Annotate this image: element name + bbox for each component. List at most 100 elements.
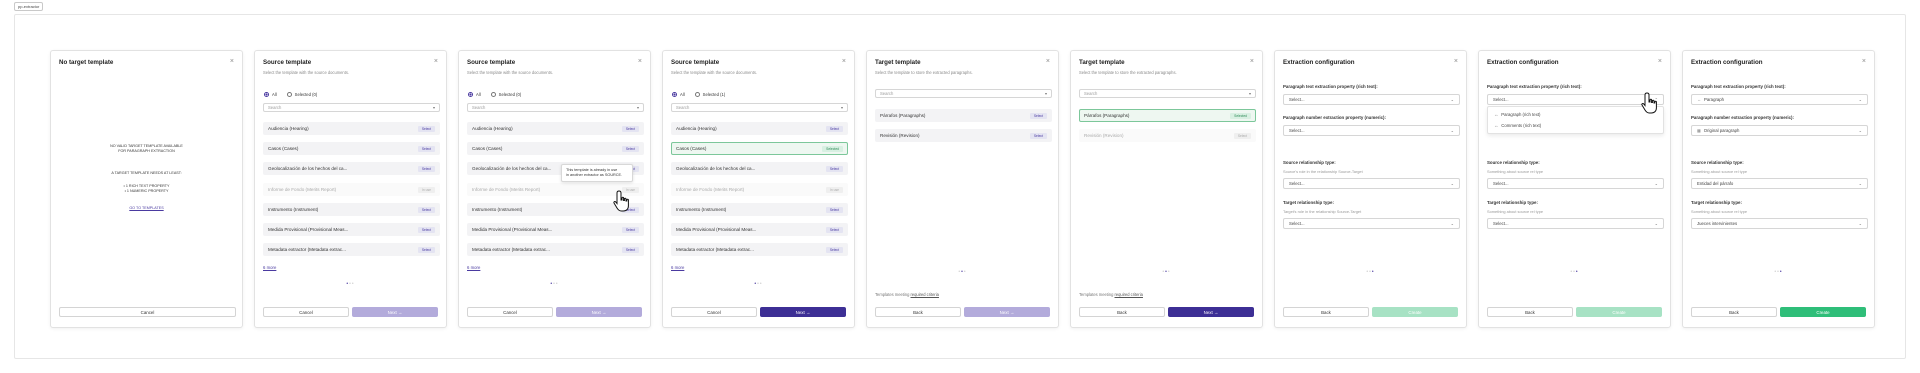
close-icon[interactable]: × — [230, 58, 234, 65]
next-button[interactable]: Next → — [556, 307, 642, 317]
select-button[interactable]: Select — [621, 247, 639, 253]
step-indicator: ••• — [1774, 269, 1783, 275]
back-button[interactable]: Back — [1283, 307, 1369, 317]
next-button[interactable]: Next → — [1168, 307, 1254, 317]
select-button[interactable]: Select — [1029, 133, 1047, 139]
close-icon[interactable]: × — [1250, 58, 1254, 65]
select-button[interactable]: Select — [621, 146, 639, 152]
dropdown-option[interactable]: ↔ Comments (rich text) — [1494, 123, 1541, 128]
show-more-link[interactable]: 6 more — [671, 265, 684, 270]
close-icon[interactable]: × — [842, 58, 846, 65]
select-button[interactable]: Select — [417, 227, 435, 233]
source-relationship-select[interactable]: Select... ⌄ — [1487, 178, 1664, 189]
close-icon[interactable]: × — [1658, 58, 1662, 65]
close-icon[interactable]: × — [1862, 58, 1866, 65]
list-item[interactable]: Instrumento (Instrument) Select — [263, 203, 440, 216]
close-icon[interactable]: × — [434, 58, 438, 65]
back-button[interactable]: Back — [1079, 307, 1165, 317]
select-button[interactable]: Select — [417, 146, 435, 152]
select-button[interactable]: Select — [417, 247, 435, 253]
radio-all[interactable]: All — [264, 92, 277, 97]
cancel-button[interactable]: Cancel — [59, 307, 236, 317]
back-button[interactable]: Back — [875, 307, 961, 317]
list-item[interactable]: Revisión (Revision) Select — [875, 129, 1052, 142]
select-button[interactable]: Select — [1233, 133, 1251, 139]
radio-all[interactable]: All — [468, 92, 481, 97]
list-item-selected[interactable]: Párrafos (Paragraphs) Selected — [1079, 109, 1256, 122]
go-to-templates-link[interactable]: GO TO TEMPLATES — [129, 206, 163, 210]
radio-selected[interactable]: Selected (0) — [286, 92, 317, 97]
select-button[interactable]: Select — [825, 207, 843, 213]
target-relationship-select[interactable]: Select... ⌄ — [1283, 218, 1460, 229]
list-item[interactable]: Instrumento (Instrument) Select — [671, 203, 848, 216]
list-item[interactable]: Audiencia (Hearing) Select — [671, 122, 848, 135]
target-relationship-select[interactable]: Jueces intervinientes ⌄ — [1691, 218, 1868, 229]
search-input[interactable]: Search ▾ — [1079, 89, 1256, 98]
cancel-button[interactable]: Cancel — [467, 307, 553, 317]
show-more-link[interactable]: 6 more — [467, 265, 480, 270]
field-label: Paragraph number extraction property (nu… — [1283, 115, 1386, 120]
required-criteria-link[interactable]: required criteria — [1115, 292, 1143, 297]
list-item[interactable]: Medida Provisional (Provisional Meas... S… — [263, 223, 440, 236]
list-item[interactable]: Audiencia (Hearing) Select — [467, 122, 644, 135]
list-item[interactable]: Audiencia (Hearing) Select — [263, 122, 440, 135]
select-button[interactable]: Select — [825, 166, 843, 172]
list-item[interactable]: Revisión (Revision) Select — [1079, 129, 1256, 142]
list-item[interactable]: Metadata extractor (Metadata extrac... Se… — [467, 243, 644, 256]
close-icon[interactable]: × — [638, 58, 642, 65]
option-label: Comments (rich text) — [1501, 123, 1542, 128]
list-item[interactable]: Párrafos (Paragraphs) Select — [875, 109, 1052, 122]
list-item[interactable]: Geolocalización de los hechos del ca... S… — [263, 162, 440, 175]
text-property-select[interactable]: ↔ Paragraph ⌄ — [1691, 94, 1868, 105]
text-property-select[interactable]: Select... ⌃ — [1487, 94, 1664, 105]
select-button[interactable]: Select — [825, 247, 843, 253]
show-more-link[interactable]: 6 more — [263, 265, 276, 270]
list-item[interactable]: Medida Provisional (Provisional Meas... S… — [467, 223, 644, 236]
source-relationship-select[interactable]: Select... ⌄ — [1283, 178, 1460, 189]
radio-selected[interactable]: Selected (1) — [694, 92, 725, 97]
select-button[interactable]: Select — [1029, 113, 1047, 119]
list-item[interactable]: Medida Provisional (Provisional Meas... S… — [671, 223, 848, 236]
search-input[interactable]: Search ▾ — [671, 103, 848, 112]
list-item[interactable]: Metadata extractor (Metadata extrac... Se… — [671, 243, 848, 256]
list-item[interactable]: Casos (Cases) Select — [467, 142, 644, 155]
number-property-select[interactable]: ▦ Original paragraph ⌄ — [1691, 125, 1868, 136]
list-item[interactable]: Geolocalización de los hechos del ca... S… — [671, 162, 848, 175]
text-property-select[interactable]: Select... ⌄ — [1283, 94, 1460, 105]
item-label: Informe de Fondo (Merits Report) — [676, 187, 745, 192]
next-button[interactable]: Next → — [964, 307, 1050, 317]
number-property-select[interactable]: Select... ⌄ — [1283, 125, 1460, 136]
select-button[interactable]: Select — [417, 166, 435, 172]
search-input[interactable]: Search ▾ — [263, 103, 440, 112]
cancel-button[interactable]: Cancel — [671, 307, 757, 317]
create-button[interactable]: Create — [1372, 307, 1458, 317]
search-input[interactable]: Search ▾ — [875, 89, 1052, 98]
select-button[interactable]: Select — [621, 227, 639, 233]
back-button[interactable]: Back — [1487, 307, 1573, 317]
selected-badge[interactable]: Selected — [1230, 113, 1251, 119]
list-item-selected[interactable]: Casos (Cases) Selected — [671, 142, 848, 155]
list-item[interactable]: Metadata extractor (Metadata extrac... Se… — [263, 243, 440, 256]
create-button[interactable]: Create — [1576, 307, 1662, 317]
next-button[interactable]: Next → — [352, 307, 438, 317]
cancel-button[interactable]: Cancel — [263, 307, 349, 317]
required-criteria-link[interactable]: required criteria — [911, 292, 939, 297]
close-icon[interactable]: × — [1454, 58, 1458, 65]
select-button[interactable]: Select — [417, 126, 435, 132]
select-button[interactable]: Select — [621, 126, 639, 132]
radio-selected[interactable]: Selected (0) — [490, 92, 521, 97]
select-button[interactable]: Select — [417, 207, 435, 213]
target-relationship-select[interactable]: Select... ⌄ — [1487, 218, 1664, 229]
select-button[interactable]: Select — [825, 126, 843, 132]
radio-all[interactable]: All — [672, 92, 685, 97]
list-item[interactable]: Casos (Cases) Select — [263, 142, 440, 155]
search-input[interactable]: Search ▾ — [467, 103, 644, 112]
close-icon[interactable]: × — [1046, 58, 1050, 65]
selected-badge[interactable]: Selected — [822, 146, 843, 152]
back-button[interactable]: Back — [1691, 307, 1777, 317]
dropdown-option[interactable]: ↔ Paragraph (rich text) — [1494, 112, 1540, 117]
next-button[interactable]: Next → — [760, 307, 846, 317]
select-button[interactable]: Select — [825, 227, 843, 233]
source-relationship-select[interactable]: Entidad del párrafo ⌄ — [1691, 178, 1868, 189]
create-button[interactable]: Create — [1780, 307, 1866, 317]
